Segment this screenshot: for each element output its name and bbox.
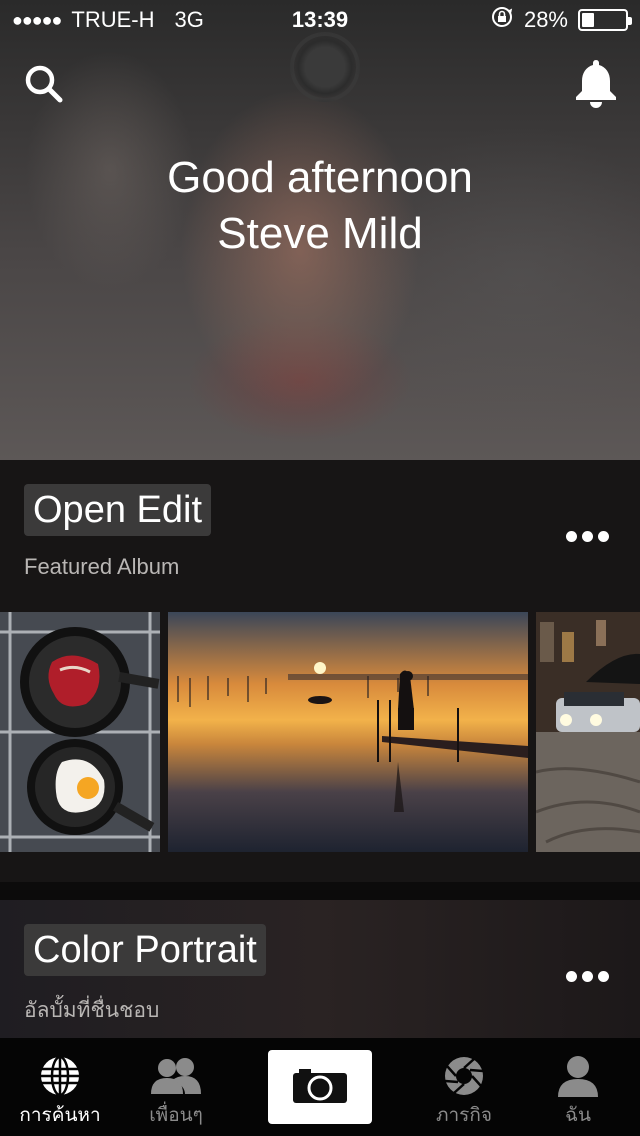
bell-icon[interactable] — [570, 56, 622, 110]
user-name: Steve Mild — [217, 209, 423, 258]
globe-icon — [39, 1054, 81, 1098]
tab-bar: การค้นหา เพื่อนๆ ภารกิจ ฉัน — [0, 1038, 640, 1136]
signal-strength: ●●●●● — [12, 9, 62, 30]
tab-missions[interactable]: ภารกิจ — [404, 1038, 524, 1136]
photo-strip — [0, 612, 640, 852]
profile-hero: ●●●●● TRUE-H 3G 13:39 28% Good afternoon… — [0, 0, 640, 460]
tab-friends[interactable]: เพื่อนๆ — [116, 1038, 236, 1136]
camera-button[interactable] — [268, 1050, 372, 1124]
photo-thumbnail-sunset[interactable] — [168, 612, 528, 852]
tab-me[interactable]: ฉัน — [518, 1038, 638, 1136]
search-icon[interactable] — [22, 62, 66, 106]
friends-icon — [149, 1054, 203, 1098]
tab-label: การค้นหา — [19, 1104, 101, 1126]
tab-label: ภารกิจ — [435, 1104, 493, 1126]
album-title[interactable]: Open Edit — [24, 484, 211, 536]
more-options-button[interactable] — [566, 966, 610, 986]
greeting-line: Good afternoon — [167, 153, 473, 202]
tab-label: เพื่อนๆ — [149, 1104, 203, 1126]
tab-label: ฉัน — [565, 1104, 591, 1126]
greeting: Good afternoon Steve Mild — [0, 150, 640, 262]
more-options-button[interactable] — [566, 526, 610, 546]
tab-explore[interactable]: การค้นหา — [0, 1038, 120, 1136]
section-divider — [0, 882, 640, 900]
network-type: 3G — [174, 7, 204, 32]
album-subtitle: อัลบั้มที่ชื่นชอบ — [24, 998, 160, 1022]
photo-thumbnail-night-street[interactable] — [536, 612, 640, 852]
photo-thumbnail-cooking[interactable] — [0, 612, 160, 852]
battery-level — [582, 13, 594, 27]
camera-notch-icon — [290, 32, 360, 102]
carrier-name: TRUE-H — [71, 7, 155, 32]
battery-icon — [578, 9, 632, 31]
album-subtitle: Featured Album — [24, 554, 180, 579]
battery-percent: 28% — [523, 7, 568, 32]
album-title[interactable]: Color Portrait — [24, 924, 266, 976]
rotation-lock-icon — [490, 5, 514, 35]
aperture-icon — [443, 1054, 485, 1098]
camera-icon — [291, 1065, 349, 1110]
person-icon — [556, 1054, 600, 1098]
